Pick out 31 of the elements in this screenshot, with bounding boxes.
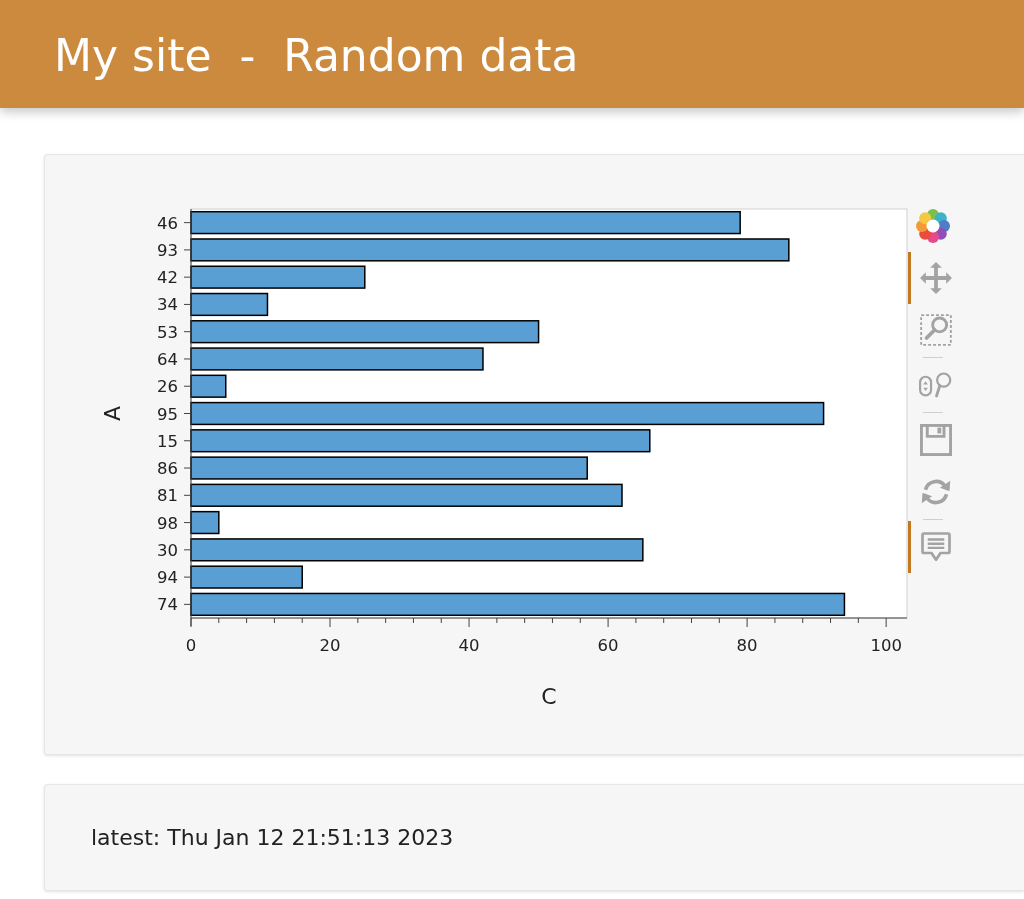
y-tick-label: 93 — [157, 240, 178, 260]
x-tick-label: 0 — [185, 636, 197, 655]
y-tick-label: 86 — [157, 459, 178, 479]
x-axis-title: C — [541, 684, 557, 709]
y-tick-label: 94 — [157, 568, 178, 588]
mouse-magnifier-icon — [918, 372, 953, 398]
y-tick-label: 74 — [157, 595, 178, 615]
x-tick-label: 100 — [870, 636, 902, 655]
x-tick-label: 60 — [597, 636, 619, 655]
y-tick-label: 95 — [157, 404, 178, 424]
y-tick-label: 15 — [157, 431, 178, 451]
y-axis-title: A — [100, 405, 125, 422]
latest-timestamp-text: latest: Thu Jan 12 21:51:13 2023 — [91, 825, 455, 850]
circular-arrows-icon — [920, 477, 951, 507]
dashed-box-magnifier-icon — [919, 314, 952, 346]
y-tick-label: 34 — [157, 295, 178, 315]
x-tick-label: 40 — [458, 636, 480, 655]
x-tick-label: 20 — [319, 636, 341, 655]
y-tick-label: 30 — [157, 540, 178, 560]
y-tick-label: 64 — [157, 349, 178, 369]
y-tick-label: 53 — [157, 322, 178, 342]
page-title: My site - Random data — [54, 28, 579, 81]
y-tick-label: 98 — [157, 513, 178, 533]
y-tick-label: 42 — [157, 268, 178, 288]
colorful-ring-logo-icon[interactable] — [916, 209, 950, 243]
y-tick-label: 26 — [157, 377, 178, 397]
y-tick-label: 46 — [157, 213, 178, 233]
x-tick-label: 80 — [736, 636, 758, 655]
y-tick-label: 81 — [157, 486, 178, 506]
speech-bubble-icon — [920, 532, 951, 562]
move-arrows-icon — [919, 262, 952, 294]
